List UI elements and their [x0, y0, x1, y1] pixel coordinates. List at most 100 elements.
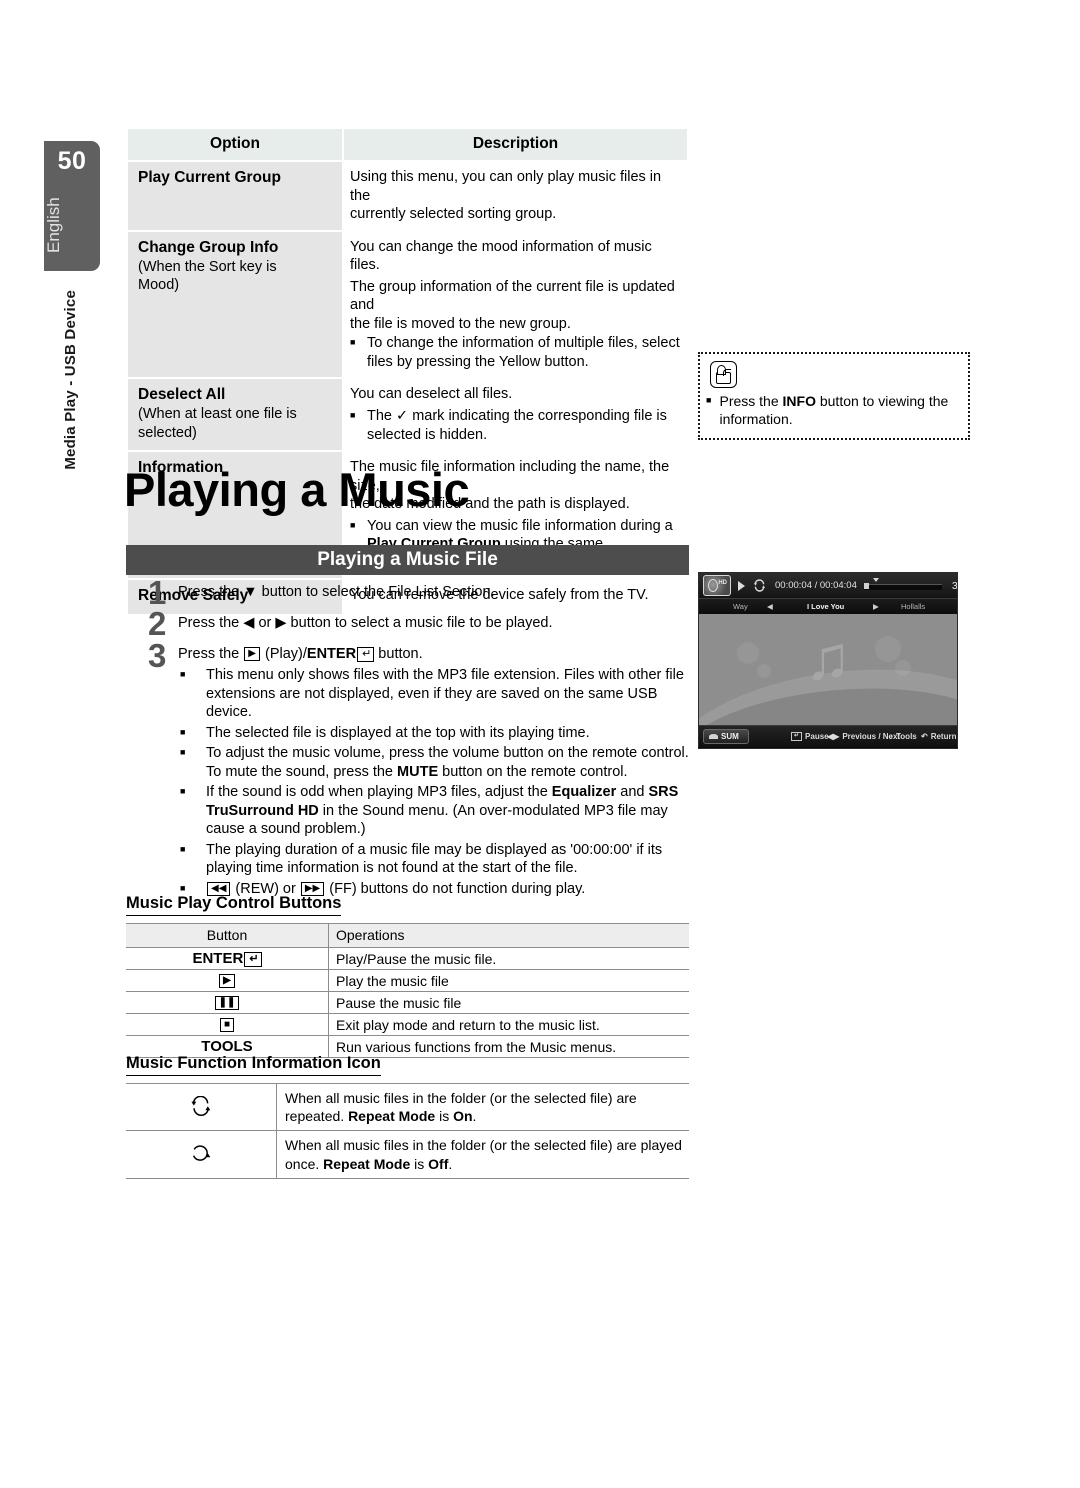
- table-row: ■ Exit play mode and return to the music…: [126, 1013, 689, 1036]
- page-number-tab: 50 English: [44, 141, 100, 271]
- enter-key-icon: ↵: [357, 646, 375, 662]
- bullet-item: ■ The ✓ mark indicating the correspondin…: [350, 407, 683, 444]
- option-subtitle: (When at least one file is selected): [138, 406, 297, 441]
- description-line: Using this menu, you can only play music…: [350, 169, 662, 204]
- thumbnail-label: HD: [718, 580, 727, 586]
- tv-track-bar: Way ◀ I Love You ▶ Hollalls: [699, 598, 957, 614]
- repeat-icon: [753, 579, 766, 592]
- button-cell: ❚❚: [126, 991, 329, 1014]
- bullet-text: The playing duration of a music file may…: [206, 841, 663, 877]
- description-line: When all music files in the folder (or t…: [285, 1090, 637, 1106]
- operation-cell: Play/Pause the music file.: [328, 947, 689, 970]
- left-right-arrow-icon: ◀▶: [827, 732, 840, 741]
- play-key-icon: ▶: [244, 646, 260, 661]
- control-buttons-table: Button Operations ENTER ↵ Play/Pause the …: [126, 923, 689, 1058]
- section-title-bar: Playing a Music File: [126, 545, 689, 575]
- pause-button[interactable]: ↵ Pause: [791, 732, 829, 741]
- operation-cell: Play the music file: [328, 969, 689, 992]
- description-cell: You can deselect all files. ■ The ✓ mark…: [344, 379, 687, 451]
- volume-slider[interactable]: [863, 578, 942, 590]
- option-cell: Deselect All (When at least one file is s…: [128, 379, 342, 451]
- track-counter: 3/37: [951, 579, 958, 592]
- bullet-item: ■ This menu only shows files with the MP…: [180, 666, 693, 722]
- pause-button-icon: ❚❚: [214, 996, 240, 1010]
- option-title: Change Group Info: [138, 238, 279, 256]
- table-row: Play Current Group Using this menu, you …: [128, 162, 687, 230]
- header-operations: Operations: [328, 923, 689, 948]
- bullet-square-icon: ■: [706, 395, 712, 405]
- description-line: You can deselect all files.: [350, 386, 513, 403]
- bullet-square-icon: ■: [350, 410, 356, 421]
- bullet-square-icon: ■: [180, 843, 186, 854]
- album-thumbnail-icon: HD: [703, 575, 731, 596]
- header-description: Description: [344, 129, 687, 160]
- icon-cell: [126, 1082, 277, 1132]
- description-line: You can change the mood information of m…: [350, 238, 652, 274]
- previous-track-name: Way: [733, 602, 748, 611]
- steps-list: 1 Press the ▼ button to select the File …: [148, 574, 693, 674]
- table-row: When all music files in the folder (or t…: [126, 1082, 689, 1132]
- bullet-item: ■ If the sound is odd when playing MP3 f…: [180, 783, 693, 839]
- enter-key-icon: ↵: [244, 952, 262, 967]
- chapter-side-label: Media Play - USB Device: [62, 290, 79, 470]
- page-title: Playing a Music: [124, 463, 470, 516]
- playback-time: 00:00:04 / 00:04:04: [775, 580, 857, 591]
- bullet-text: If the sound is odd when playing MP3 fil…: [206, 784, 679, 838]
- page-number: 50: [57, 147, 87, 175]
- next-arrow-icon[interactable]: ▶: [873, 602, 879, 611]
- source-icon: [709, 734, 718, 739]
- header-option: Option: [128, 129, 342, 160]
- tools-button[interactable]: ♪ Tools: [889, 732, 917, 741]
- description-line: the file is moved to the new group.: [350, 315, 571, 332]
- button-cell: ▶: [126, 969, 329, 992]
- option-title: Deselect All: [138, 386, 226, 404]
- return-arrow-icon: ↶: [921, 732, 928, 741]
- table-row: ❚❚ Pause the music file: [126, 991, 689, 1014]
- option-title: Play Current Group: [138, 169, 281, 186]
- bullet-text: To change the information of multiple fi…: [367, 335, 680, 370]
- next-track-name: Hollalls: [901, 602, 926, 611]
- description-line: The group information of the current fil…: [350, 278, 675, 314]
- bullet-text: The selected file is displayed at the to…: [206, 724, 590, 741]
- option-cell: Change Group Info (When the Sort key is M…: [128, 231, 342, 378]
- play-icon: [738, 580, 745, 591]
- step-number: 1: [148, 574, 167, 611]
- source-button[interactable]: SUM: [703, 729, 749, 744]
- tv-bottom-bar: SUM ↵ Pause ◀▶ Previous / Next ♪ Tools ↶…: [699, 725, 957, 747]
- operation-cell: Exit play mode and return to the music l…: [328, 1013, 689, 1036]
- bullet-text: The ✓ mark indicating the corresponding …: [367, 408, 667, 443]
- pause-label: Pause: [805, 732, 829, 741]
- bullet-item: ■ The playing duration of a music file m…: [180, 841, 693, 878]
- return-button[interactable]: ↶ Return: [921, 732, 956, 741]
- option-subtitle: (When the Sort key is Mood): [138, 258, 277, 293]
- tools-icon: ♪: [889, 732, 893, 741]
- step-text: Press the ▼ button to select the File Li…: [178, 584, 495, 600]
- current-track-name: I Love You: [807, 602, 845, 611]
- tv-screenshot: HD 00:00:04 / 00:04:04 3/37 Way ◀ I Love…: [698, 572, 958, 749]
- play-button-icon: ▶: [219, 974, 235, 988]
- table-row: ENTER ↵ Play/Pause the music file.: [126, 947, 689, 970]
- bullet-item: ■ To change the information of multiple …: [350, 334, 683, 371]
- step-text: Press the ◀ or ▶ button to select a musi…: [178, 615, 553, 632]
- icon-description-cell: When all music files in the folder (or t…: [276, 1130, 689, 1179]
- step3-bullet-list: ■ This menu only shows files with the MP…: [180, 664, 693, 899]
- repeat-once-icon: [190, 1145, 212, 1166]
- tools-label: Tools: [896, 732, 917, 741]
- return-label: Return: [930, 732, 957, 741]
- note-body: Press the INFO button to viewing the inf…: [719, 393, 949, 428]
- table-row: ▶ Play the music file: [126, 969, 689, 992]
- description-cell: Using this menu, you can only play music…: [344, 162, 687, 230]
- table-row: Change Group Info (When the Sort key is M…: [128, 231, 687, 378]
- repeat-all-icon: [190, 1095, 212, 1119]
- description-line: currently selected sorting group.: [350, 206, 557, 223]
- description-line: once. Repeat Mode is Off.: [285, 1155, 453, 1172]
- step-number: 3: [148, 636, 167, 674]
- previous-arrow-icon[interactable]: ◀: [767, 602, 773, 611]
- source-label: SUM: [721, 732, 739, 741]
- bullet-text: To adjust the music volume, press the vo…: [206, 745, 689, 780]
- options-table: Option Description Play Current Group Us…: [126, 127, 689, 616]
- bullet-text: This menu only shows files with the MP3 …: [206, 667, 684, 721]
- table-header-row: Option Description: [128, 129, 687, 160]
- music-function-icon-table: When all music files in the folder (or t…: [126, 1082, 689, 1179]
- option-cell: Play Current Group: [128, 162, 342, 230]
